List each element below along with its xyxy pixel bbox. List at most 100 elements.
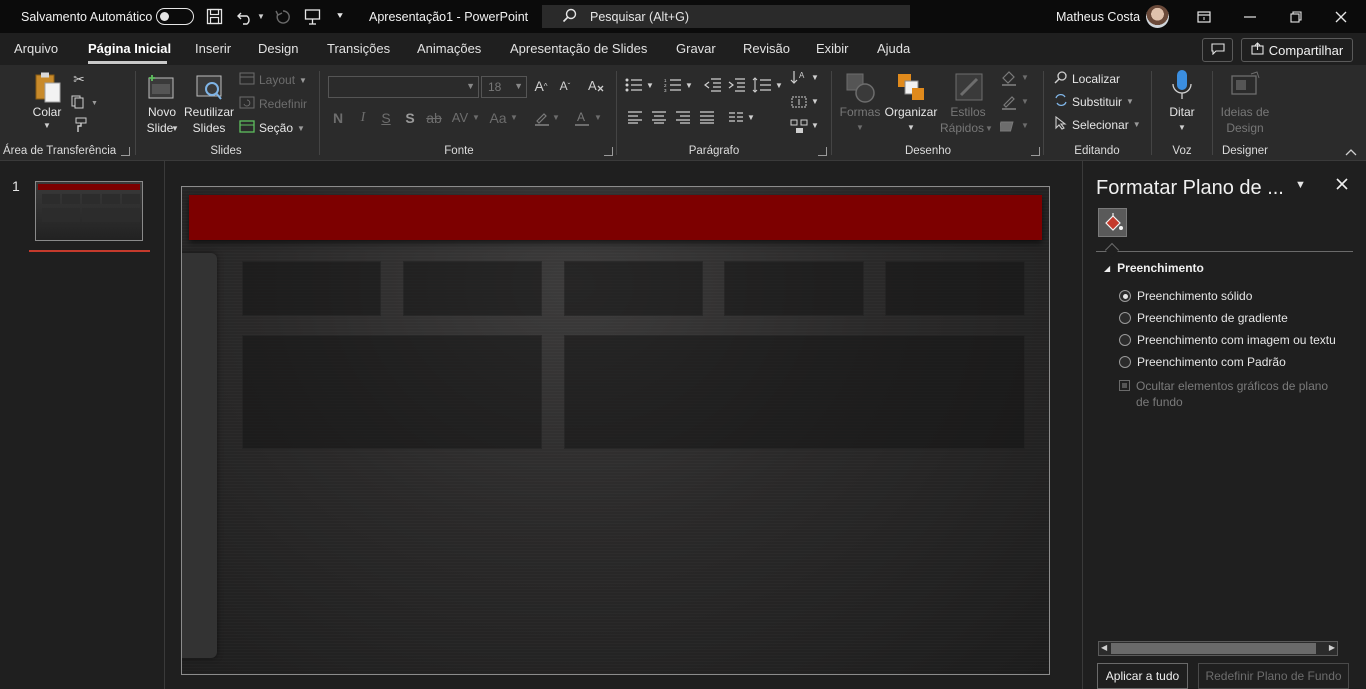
active-tab-indicator <box>88 61 167 64</box>
section-button[interactable]: Seção ▼ <box>239 120 305 136</box>
smartart-dropdown-icon[interactable]: ▼ <box>810 119 820 131</box>
fill-section-header[interactable]: ◢ Preenchimento <box>1104 261 1204 275</box>
tab-exibir[interactable]: Exibir <box>816 41 849 56</box>
tab-ajuda[interactable]: Ajuda <box>877 41 910 56</box>
present-from-start-icon[interactable] <box>304 0 321 33</box>
font-launcher-icon[interactable] <box>604 147 613 156</box>
select-button[interactable]: Selecionar ▼ <box>1054 115 1141 133</box>
paste-icon[interactable] <box>32 71 64 105</box>
slide[interactable] <box>181 186 1050 675</box>
text-direction-icon[interactable]: A <box>789 68 809 88</box>
new-slide-icon[interactable] <box>145 71 177 103</box>
copy-icon[interactable]: ▼ <box>70 94 100 110</box>
new-slide-dropdown-icon[interactable]: ▼ <box>170 122 180 134</box>
arrange-label[interactable]: Organizar <box>882 105 940 120</box>
share-button[interactable]: Compartilhar <box>1241 38 1353 62</box>
pane-options-dropdown-icon[interactable]: ▼ <box>1295 179 1306 191</box>
clear-formatting-icon[interactable]: A <box>586 76 606 96</box>
undo-icon[interactable] <box>236 0 254 33</box>
comments-button[interactable] <box>1202 38 1233 62</box>
checkbox <box>1119 380 1130 391</box>
reuse-slides-label-2[interactable]: Slides <box>184 121 234 136</box>
scroll-right-icon[interactable]: ▶ <box>1329 643 1335 652</box>
avatar[interactable] <box>1146 0 1169 33</box>
dictate-label[interactable]: Ditar <box>1162 105 1202 120</box>
tab-inserir[interactable]: Inserir <box>195 41 231 56</box>
increase-font-icon[interactable]: A ^ <box>532 76 550 96</box>
bullets-icon[interactable] <box>624 76 644 94</box>
close-window-icon[interactable] <box>1318 0 1364 33</box>
fill-bucket-icon[interactable] <box>1098 208 1127 237</box>
slide-thumbnail[interactable] <box>35 181 143 241</box>
close-pane-icon[interactable] <box>1336 175 1348 195</box>
replace-button[interactable]: Substituir ▼ <box>1054 93 1134 110</box>
save-icon[interactable] <box>206 0 223 33</box>
slide-tile <box>724 261 864 316</box>
arrange-icon[interactable] <box>894 70 928 104</box>
autosave-toggle[interactable] <box>156 0 194 33</box>
undo-dropdown-icon[interactable]: ▼ <box>257 0 265 33</box>
paste-label[interactable]: Colar <box>30 105 64 120</box>
align-text-dropdown-icon[interactable]: ▼ <box>810 95 820 107</box>
customize-qat-icon[interactable]: ⯆ <box>336 0 344 33</box>
justify-icon[interactable] <box>698 109 716 125</box>
decrease-font-icon[interactable]: Aˇ <box>556 76 574 96</box>
search-box[interactable]: Pesquisar (Alt+G) <box>542 5 910 28</box>
gradient-fill-option[interactable]: Preenchimento de gradiente <box>1119 311 1288 325</box>
pane-horizontal-scrollbar[interactable]: ◀ ▶ <box>1098 641 1338 656</box>
bullets-dropdown-icon[interactable]: ▼ <box>645 79 655 91</box>
drawing-launcher-icon[interactable] <box>1031 147 1040 156</box>
numbering-dropdown-icon[interactable]: ▼ <box>684 79 694 91</box>
scroll-left-icon[interactable]: ◀ <box>1101 643 1107 652</box>
columns-dropdown-icon[interactable]: ▼ <box>746 111 756 123</box>
tab-arquivo[interactable]: Arquivo <box>14 41 58 56</box>
align-center-icon[interactable] <box>650 109 668 125</box>
format-painter-icon[interactable] <box>71 117 87 133</box>
user-name[interactable]: Matheus Costa <box>1056 0 1140 33</box>
decrease-indent-icon[interactable] <box>703 76 723 94</box>
tab-animacoes[interactable]: Animações <box>417 41 481 56</box>
reuse-slides-label-1[interactable]: Reutilizar <box>184 105 234 120</box>
align-text-icon[interactable] <box>789 92 809 112</box>
tab-revisao[interactable]: Revisão <box>743 41 790 56</box>
tab-transicoes[interactable]: Transições <box>327 41 390 56</box>
collapse-ribbon-icon[interactable] <box>1345 147 1357 159</box>
clipboard-group: Colar ▼ ✂ ▼ Área de Transferência <box>0 65 135 161</box>
text-direction-dropdown-icon[interactable]: ▼ <box>810 71 820 83</box>
clipboard-launcher-icon[interactable] <box>121 147 130 156</box>
smartart-icon[interactable] <box>789 116 809 136</box>
radio-button[interactable] <box>1119 290 1131 302</box>
line-spacing-icon[interactable] <box>751 76 773 94</box>
align-left-icon[interactable] <box>626 109 644 125</box>
minimize-icon[interactable] <box>1227 0 1273 33</box>
find-button[interactable]: Localizar <box>1054 70 1120 87</box>
line-spacing-dropdown-icon[interactable]: ▼ <box>774 79 784 91</box>
apply-to-all-button[interactable]: Aplicar a tudo <box>1097 663 1188 689</box>
reuse-slides-icon[interactable] <box>193 71 225 103</box>
tab-design[interactable]: Design <box>258 41 298 56</box>
arrange-dropdown-icon[interactable]: ▼ <box>906 121 916 133</box>
microphone-icon[interactable] <box>1166 69 1198 103</box>
ribbon-display-options-icon[interactable] <box>1181 0 1227 33</box>
tab-apresentacao[interactable]: Apresentação de Slides <box>510 41 647 56</box>
cut-icon[interactable]: ✂ <box>71 71 87 87</box>
solid-fill-option[interactable]: Preenchimento sólido <box>1119 289 1252 303</box>
restore-icon[interactable] <box>1273 0 1319 33</box>
radio-button[interactable] <box>1119 334 1131 346</box>
new-slide-label-1[interactable]: Novo <box>142 105 182 120</box>
picture-fill-option[interactable]: Preenchimento com imagem ou textu <box>1119 333 1339 347</box>
quick-styles-label-1: Estilos <box>950 105 986 119</box>
pattern-fill-option[interactable]: Preenchimento com Padrão <box>1119 355 1286 369</box>
paste-dropdown-icon[interactable]: ▼ <box>40 120 54 130</box>
format-background-pane: Formatar Plano de ... ▼ ◢ Preenchimento … <box>1082 161 1366 689</box>
radio-button[interactable] <box>1119 356 1131 368</box>
numbering-icon[interactable]: 123 <box>663 76 683 94</box>
tab-pagina-inicial[interactable]: Página Inicial <box>88 41 171 56</box>
radio-button[interactable] <box>1119 312 1131 324</box>
columns-icon[interactable] <box>727 109 745 125</box>
dictate-dropdown-icon[interactable]: ▼ <box>1177 121 1187 133</box>
increase-indent-icon[interactable] <box>727 76 747 94</box>
tab-gravar[interactable]: Gravar <box>676 41 716 56</box>
align-right-icon[interactable] <box>674 109 692 125</box>
paragraph-launcher-icon[interactable] <box>818 147 827 156</box>
